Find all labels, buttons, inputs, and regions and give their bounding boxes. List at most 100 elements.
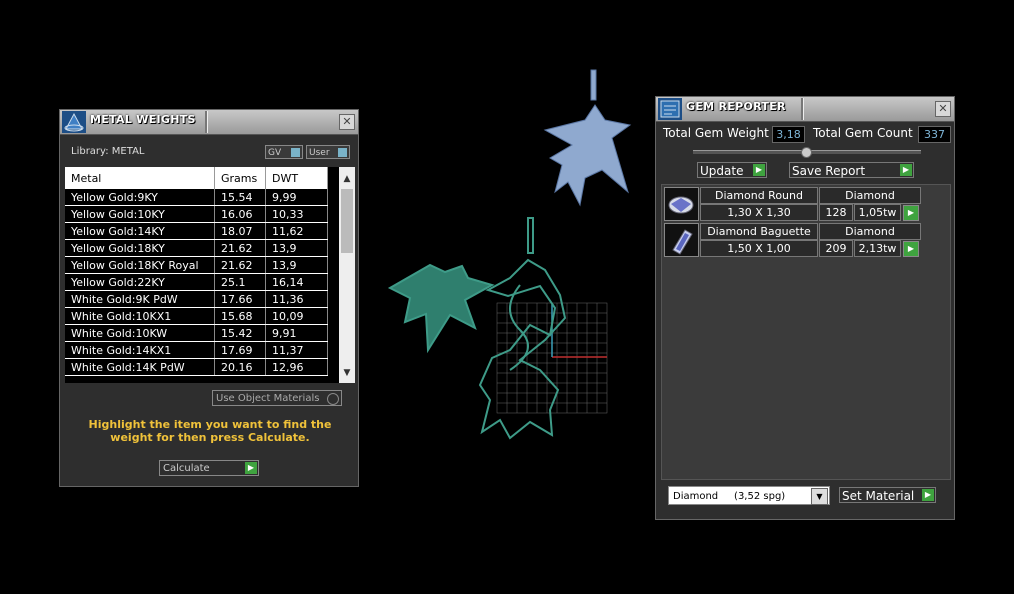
scroll-thumb[interactable] [341,189,353,253]
metal-cell: Yellow Gold:18KY [65,239,215,257]
select-gem-arrow-icon[interactable]: ▶ [903,241,919,257]
metal-cell: White Gold:14KX1 [65,341,215,359]
table-row[interactable]: White Gold:14KX1 17.69 11,37 [65,341,328,359]
green-pendant-model[interactable] [387,217,567,440]
user-toggle[interactable]: User [306,145,350,159]
material-select[interactable]: Diamond (3,52 spg) ▼ [668,486,830,505]
metal-weights-panel: METAL WEIGHTS ✕ Library: METAL GV User M… [59,109,359,487]
metal-cell: White Gold:9K PdW [65,290,215,308]
dwt-cell: 10,09 [265,307,328,325]
table-header-row: Metal Grams DWT [65,167,328,189]
metal-cell: White Gold:10KW [65,324,215,342]
gv-toggle[interactable]: GV [265,145,303,159]
gem-size: 1,30 X 1,30 [700,204,818,221]
scroll-down-icon[interactable]: ▼ [339,365,355,381]
table-row[interactable]: White Gold:10KX1 15.68 10,09 [65,307,328,325]
title-divider [205,111,208,133]
use-object-materials-toggle[interactable]: Use Object Materials [212,390,342,406]
round-diamond-icon [664,187,699,221]
scroll-up-icon[interactable]: ▲ [339,171,355,187]
instruction-text: Highlight the item you want to find the … [88,418,332,444]
gem-weight: 1,05tw [854,204,901,221]
update-button[interactable]: Update ▶ [697,162,767,178]
grams-cell: 16.06 [214,205,266,223]
metal-cell: Yellow Gold:18KY Royal [65,256,215,274]
dwt-cell: 11,62 [265,222,328,240]
gem-name: Diamond Baguette [700,223,818,240]
table-row[interactable]: Yellow Gold:14KY 18.07 11,62 [65,222,328,240]
set-material-button[interactable]: Set Material ▶ [839,487,936,503]
metal-weights-logo-icon [62,111,86,133]
baguette-diamond-icon [664,223,699,257]
play-arrow-icon: ▶ [922,489,934,501]
gem-material: Diamond [819,187,921,204]
table-row[interactable]: White Gold:9K PdW 17.66 11,36 [65,290,328,308]
gem-reporter-panel: GEM REPORTER ✕ Total Gem Weight 3,18 Tot… [655,96,955,520]
total-gem-weight-value: 3,18 [772,126,805,143]
update-label: Update [700,164,744,178]
grams-cell: 17.69 [214,341,266,359]
save-report-label: Save Report [792,164,866,178]
play-arrow-icon: ▶ [753,164,765,176]
title-divider [801,98,804,120]
close-icon[interactable]: ✕ [935,101,951,117]
metal-cell: Yellow Gold:9KY [65,189,215,206]
dwt-cell: 9,99 [265,189,328,206]
table-scrollbar[interactable]: ▲ ▼ [339,167,355,383]
gem-row-baguette[interactable]: Diamond Baguette Diamond 1,50 X 1,00 209… [664,223,922,257]
metal-table[interactable]: Metal Grams DWT Yellow Gold:9KY 15.54 9,99… [65,167,355,383]
total-gem-count-value: 337 [918,126,951,143]
metal-cell: White Gold:14K PdW [65,358,215,376]
grams-cell: 17.66 [214,290,266,308]
grams-cell: 15.54 [214,189,266,206]
gem-list[interactable]: Diamond Round Diamond 1,30 X 1,30 128 1,… [661,184,951,480]
gem-reporter-titlebar[interactable]: GEM REPORTER ✕ [656,97,954,122]
table-row[interactable]: Yellow Gold:18KY 21.62 13,9 [65,239,328,257]
gem-count: 128 [819,204,853,221]
dwt-cell: 11,36 [265,290,328,308]
metal-cell: Yellow Gold:14KY [65,222,215,240]
gv-toggle-label: GV [268,148,282,158]
grams-cell: 18.07 [214,222,266,240]
total-gem-count-label: Total Gem Count [813,126,913,140]
metal-cell: White Gold:10KX1 [65,307,215,325]
table-row[interactable]: Yellow Gold:22KY 25.1 16,14 [65,273,328,291]
close-icon[interactable]: ✕ [339,114,355,130]
blue-pendant-model[interactable] [543,69,632,207]
chevron-down-icon[interactable]: ▼ [811,488,828,505]
table-row[interactable]: White Gold:10KW 15.42 9,91 [65,324,328,342]
gem-count: 209 [819,240,853,257]
play-arrow-icon: ▶ [900,164,912,176]
gem-size: 1,50 X 1,00 [700,240,818,257]
gem-material: Diamond [819,223,921,240]
set-material-label: Set Material [842,489,915,503]
size-slider-handle[interactable] [801,147,812,158]
toggle-indicator-icon [291,148,300,157]
dwt-cell: 10,33 [265,205,328,223]
grams-cell: 15.42 [214,324,266,342]
grams-cell: 21.62 [214,239,266,257]
dwt-cell: 13,9 [265,239,328,257]
gem-weight: 2,13tw [854,240,901,257]
calculate-button[interactable]: Calculate ▶ [159,460,259,476]
select-gem-arrow-icon[interactable]: ▶ [903,205,919,221]
dwt-cell: 11,37 [265,341,328,359]
save-report-button[interactable]: Save Report ▶ [789,162,914,178]
gem-row-round[interactable]: Diamond Round Diamond 1,30 X 1,30 128 1,… [664,187,922,221]
column-header-metal[interactable]: Metal [65,167,215,189]
table-row[interactable]: White Gold:14K PdW 20.16 12,96 [65,358,328,376]
gem-reporter-logo-icon [658,98,682,120]
column-header-dwt[interactable]: DWT [265,167,328,189]
table-row[interactable]: Yellow Gold:10KY 16.06 10,33 [65,205,328,223]
grams-cell: 15.68 [214,307,266,325]
gem-name: Diamond Round [700,187,818,204]
table-row[interactable]: Yellow Gold:9KY 15.54 9,99 [65,189,328,206]
table-row[interactable]: Yellow Gold:18KY Royal 21.62 13,9 [65,256,328,274]
metal-weights-title: METAL WEIGHTS [90,113,196,126]
dwt-cell: 9,91 [265,324,328,342]
metal-weights-titlebar[interactable]: METAL WEIGHTS ✕ [60,110,358,135]
use-object-materials-label: Use Object Materials [216,393,320,404]
column-header-grams[interactable]: Grams [214,167,266,189]
3d-viewport[interactable] [380,60,650,450]
play-arrow-icon: ▶ [245,462,257,474]
